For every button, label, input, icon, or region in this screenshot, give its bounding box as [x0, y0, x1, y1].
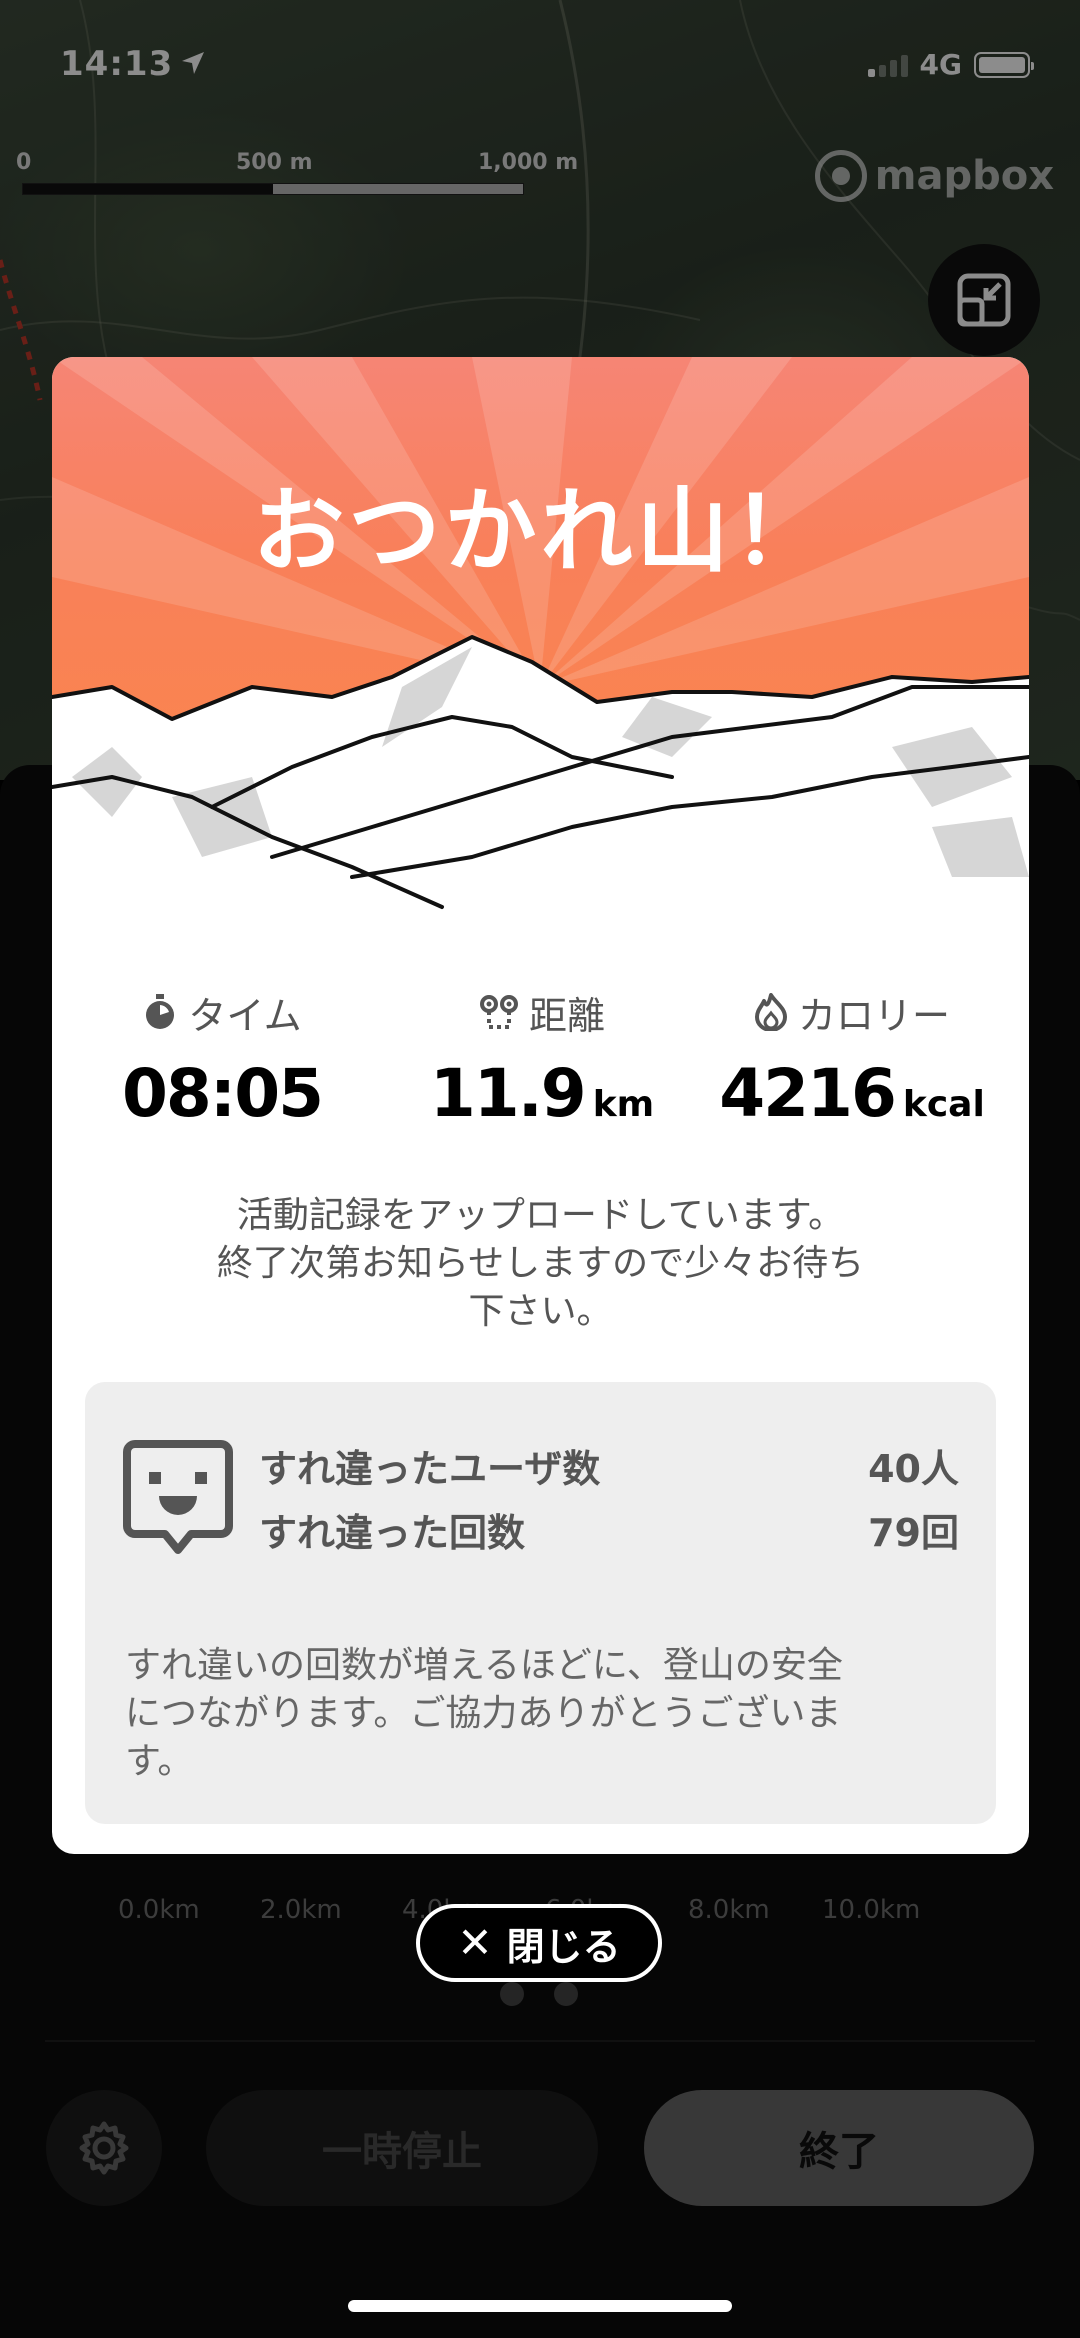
modal-header-banner: おつかれ山！ [52, 357, 1029, 917]
stat-distance-unit: km [592, 1084, 655, 1125]
flame-icon [754, 993, 787, 1031]
stat-distance: 距離 11.9 km [392, 987, 692, 1133]
stat-calories-value: 4216 [719, 1055, 897, 1132]
encounter-count-label: すれ違った回数 [259, 1511, 526, 1555]
encounter-note: すれ違いの回数が増えるほどに、登山の安全 につながります。ご協力ありがとうござい… [125, 1645, 843, 1782]
route-pin-icon [479, 995, 518, 1029]
encounter-face-icon [123, 1440, 233, 1554]
stat-calories-unit: kcal [902, 1084, 985, 1125]
encounter-count-row: すれ違った回数 79回 [259, 1502, 959, 1557]
encounter-summary-card: すれ違ったユーザ数 40人 すれ違った回数 79回 すれ違いの回数が増えるほどに… [85, 1382, 996, 1824]
close-button[interactable]: ✕ 閉じる [416, 1904, 662, 1982]
home-indicator[interactable] [348, 2300, 732, 2312]
stat-time-label: タイム [72, 987, 372, 1038]
encounter-count-value: 79回 [868, 1511, 959, 1555]
stat-calories: カロリー 4216 kcal [702, 987, 1002, 1132]
close-label: 閉じる [506, 1924, 621, 1969]
completion-modal: おつかれ山！ タイム 08:05 距離 11.9 km カロリー 4216 kc… [52, 357, 1029, 1854]
activity-stats: タイム 08:05 距離 11.9 km カロリー 4216 kcal [52, 987, 1029, 1132]
stopwatch-icon [146, 994, 175, 1029]
encounter-users-value: 40人 [868, 1447, 959, 1491]
stat-distance-label: 距離 [392, 987, 692, 1038]
close-icon: ✕ [457, 1918, 493, 1967]
stat-time: タイム 08:05 [72, 987, 372, 1133]
encounter-users-row: すれ違ったユーザ数 40人 [259, 1438, 959, 1493]
upload-status-message: 活動記録をアップロードしています。 終了次第お知らせしますので少々お待ち 下さい… [216, 1195, 865, 1332]
stat-time-value: 08:05 [121, 1055, 324, 1132]
modal-title: おつかれ山！ [252, 478, 829, 585]
encounter-users-label: すれ違ったユーザ数 [259, 1447, 601, 1491]
stat-calories-label: カロリー [702, 987, 1002, 1038]
stat-distance-value: 11.9 [429, 1055, 587, 1132]
sunburst-mountains-illustration [52, 357, 1029, 917]
